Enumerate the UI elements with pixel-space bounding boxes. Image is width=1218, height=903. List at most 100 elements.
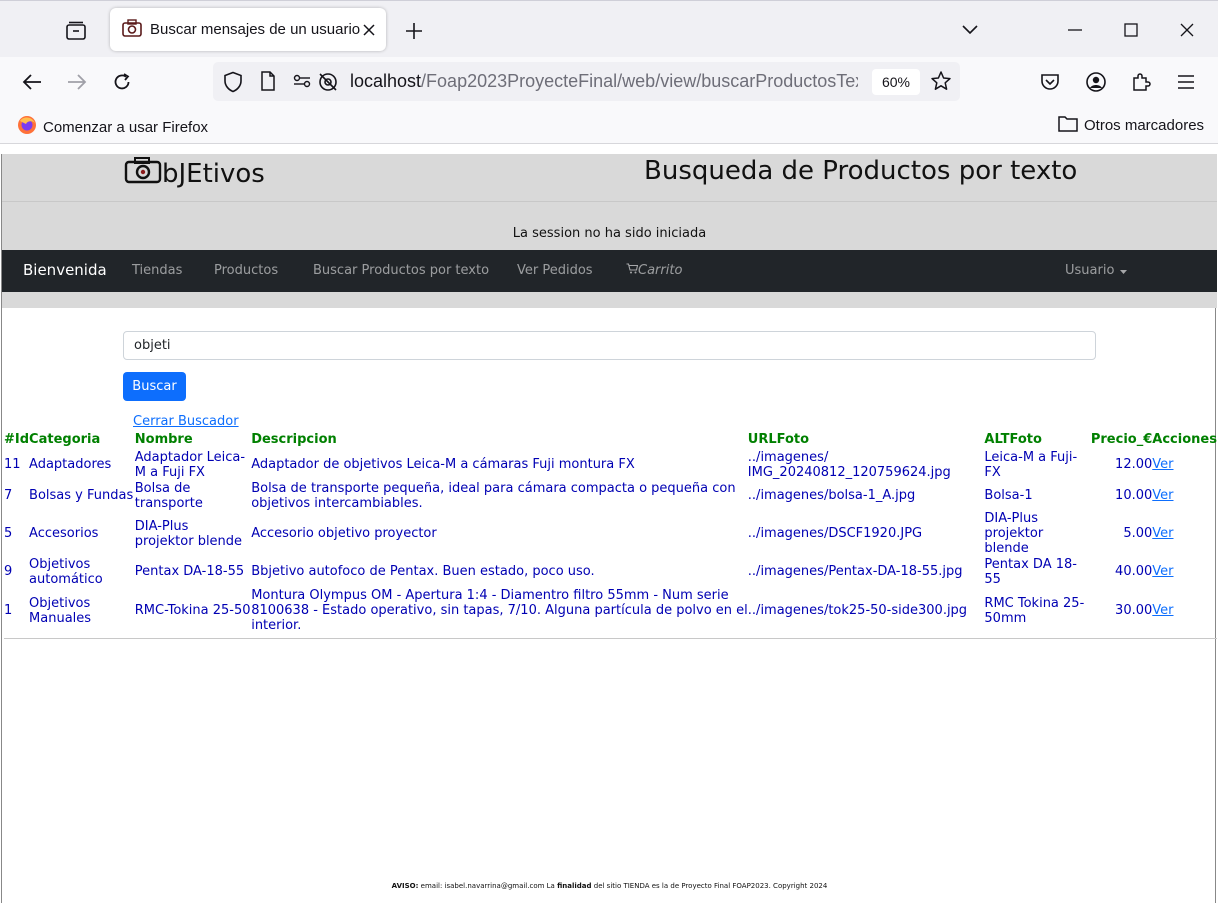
- cell-alt: Leica-M a Fuji-FX: [984, 449, 1078, 480]
- bookmarks-toolbar: Comenzar a usar Firefox Otros marcadores: [0, 107, 1218, 144]
- shield-icon[interactable]: [223, 71, 243, 97]
- site-brand-text: bJEtivos: [162, 158, 265, 189]
- nav-item-carrito[interactable]: Carrito: [626, 263, 682, 278]
- list-all-tabs-icon[interactable]: [955, 15, 985, 45]
- ver-link[interactable]: Ver: [1152, 603, 1173, 618]
- column-header: ALTFoto: [984, 432, 1042, 447]
- cell-id: 1: [4, 603, 13, 618]
- tracking-protection-off-icon[interactable]: [317, 71, 339, 97]
- results-table: #Id Categoria Nombre Descripcion URLFoto…: [4, 430, 1217, 639]
- zoom-indicator[interactable]: 60%: [872, 69, 920, 95]
- column-header: URLFoto: [747, 432, 810, 447]
- cell-alt: Bolsa-1: [984, 488, 1033, 503]
- pocket-icon[interactable]: [1035, 67, 1065, 97]
- close-window-icon[interactable]: [1172, 15, 1202, 45]
- new-tab-icon[interactable]: [400, 17, 428, 45]
- forward-arrow-icon[interactable]: [62, 67, 92, 97]
- cell-url: ../imagenes/ IMG_20240812_120759624.jpg: [747, 449, 951, 480]
- caret-down-icon: [1120, 263, 1128, 278]
- nav-brand-bienvenida[interactable]: Bienvenida: [23, 261, 107, 279]
- cell-id: 11: [4, 457, 21, 472]
- cell-categoria: Accesorios: [29, 526, 99, 541]
- camera-favicon-icon: [122, 18, 142, 41]
- bookmark-firefox-label: Comenzar a usar Firefox: [43, 118, 209, 136]
- column-header: Descripcion: [251, 432, 337, 447]
- footer-finalidad: finalidad: [557, 882, 592, 890]
- search-button[interactable]: Buscar: [123, 372, 186, 401]
- cell-alt: RMC Tokina 25-50mm: [984, 595, 1085, 626]
- bookmark-star-icon[interactable]: [930, 70, 952, 96]
- tab-list-icon[interactable]: [62, 17, 90, 45]
- tab-strip: Buscar mensajes de un usuario: [0, 0, 1218, 57]
- folder-icon: [1058, 115, 1078, 136]
- url-path: /Foap2023ProyecteFinal/web/view/buscarPr…: [421, 71, 858, 91]
- footer-aviso: AVISO:: [391, 882, 419, 890]
- back-arrow-icon[interactable]: [17, 67, 47, 97]
- cell-precio: 12.00: [1115, 457, 1153, 472]
- nav-item-carrito-label: Carrito: [638, 263, 683, 278]
- search-input[interactable]: [123, 331, 1096, 360]
- page-icon[interactable]: [260, 71, 276, 95]
- cell-precio: 5.00: [1123, 526, 1153, 541]
- cell-descripcion: Bolsa de transporte pequeña, ideal para …: [251, 480, 736, 511]
- table-divider: [4, 634, 1217, 639]
- cell-nombre: RMC-Tokina 25-50: [134, 603, 251, 618]
- url-host: localhost: [350, 71, 422, 91]
- account-icon[interactable]: [1081, 67, 1111, 97]
- nav-item-buscar-productos[interactable]: Buscar Productos por texto: [313, 263, 489, 278]
- cell-alt: Pentax DA 18-55: [984, 556, 1077, 587]
- menu-hamburger-icon[interactable]: [1171, 67, 1201, 97]
- site-brand[interactable]: bJEtivos: [124, 156, 265, 191]
- cell-precio: 10.00: [1115, 488, 1153, 503]
- nav-item-productos[interactable]: Productos: [214, 263, 278, 278]
- browser-toolbar: localhost/Foap2023ProyecteFinal/web/view…: [0, 57, 1218, 107]
- column-header: Precio_€: [1090, 432, 1153, 447]
- table-row: 1 Objetivos Manuales RMC-Tokina 25-50 Mo…: [4, 587, 1217, 634]
- column-header: Categoria: [29, 432, 101, 447]
- cell-acciones: Ver: [1152, 449, 1217, 480]
- url-bar[interactable]: localhost/Foap2023ProyecteFinal/web/view…: [213, 62, 960, 101]
- close-search-link[interactable]: Cerrar Buscador: [133, 414, 239, 429]
- tab-active[interactable]: Buscar mensajes de un usuario: [110, 8, 386, 51]
- tab-close-icon[interactable]: [360, 18, 378, 42]
- cell-alt: DIA-Plus projektor blende: [984, 511, 1044, 556]
- page-content: bJEtivos Busqueda de Productos por texto…: [1, 154, 1217, 903]
- table-divider-cell: [4, 634, 1217, 639]
- url-text[interactable]: localhost/Foap2023ProyecteFinal/web/view…: [350, 71, 858, 92]
- ver-link[interactable]: Ver: [1152, 488, 1173, 503]
- column-header: Acciones: [1152, 432, 1217, 447]
- ver-link[interactable]: Ver: [1152, 564, 1173, 579]
- bookmark-other[interactable]: Otros marcadores: [1058, 115, 1204, 136]
- cell-url: ../imagenes/bolsa-1_A.jpg: [747, 488, 916, 503]
- column-header: #Id: [4, 432, 30, 447]
- maximize-icon[interactable]: [1116, 15, 1146, 45]
- permissions-icon[interactable]: [293, 73, 311, 93]
- ver-link[interactable]: Ver: [1152, 457, 1173, 472]
- nav-user-label: Usuario: [1065, 263, 1115, 278]
- cell-url: ../imagenes/tok25-50-side300.jpg: [747, 603, 968, 618]
- nav-item-ver-pedidos[interactable]: Ver Pedidos: [517, 263, 593, 278]
- cell-id: 9: [4, 564, 13, 579]
- cell-descripcion: Adaptador de objetivos Leica-M a cámaras…: [251, 457, 635, 472]
- table-header-row: #Id Categoria Nombre Descripcion URLFoto…: [4, 430, 1217, 449]
- footer-email: email: isabel.navarrina@gmail.com La: [418, 882, 558, 890]
- cell-id: 5: [4, 526, 13, 541]
- extensions-icon[interactable]: [1126, 67, 1156, 97]
- session-message: La session no ha sido iniciada: [512, 226, 707, 241]
- cell-nombre: DIA-Plus projektor blende: [134, 518, 243, 549]
- cell-categoria: Adaptadores: [29, 457, 112, 472]
- nav-user-dropdown[interactable]: Usuario: [1065, 263, 1128, 278]
- minimize-icon[interactable]: [1060, 15, 1090, 45]
- nav-subbar: [2, 292, 1217, 308]
- reload-icon[interactable]: [107, 67, 137, 97]
- cell-nombre: Adaptador Leica-M a Fuji FX: [134, 449, 246, 480]
- site-footer: AVISO: email: isabel.navarrina@gmail.com…: [2, 882, 1217, 890]
- cell-categoria: Objetivos automático: [29, 556, 103, 587]
- cell-categoria: Bolsas y Fundas: [29, 488, 134, 503]
- bookmark-firefox[interactable]: Comenzar a usar Firefox: [17, 115, 208, 139]
- cart-icon: [626, 263, 639, 278]
- cell-id: 7: [4, 488, 13, 503]
- ver-link[interactable]: Ver: [1152, 526, 1173, 541]
- nav-item-tiendas[interactable]: Tiendas: [132, 263, 182, 278]
- header-divider: [2, 201, 1217, 202]
